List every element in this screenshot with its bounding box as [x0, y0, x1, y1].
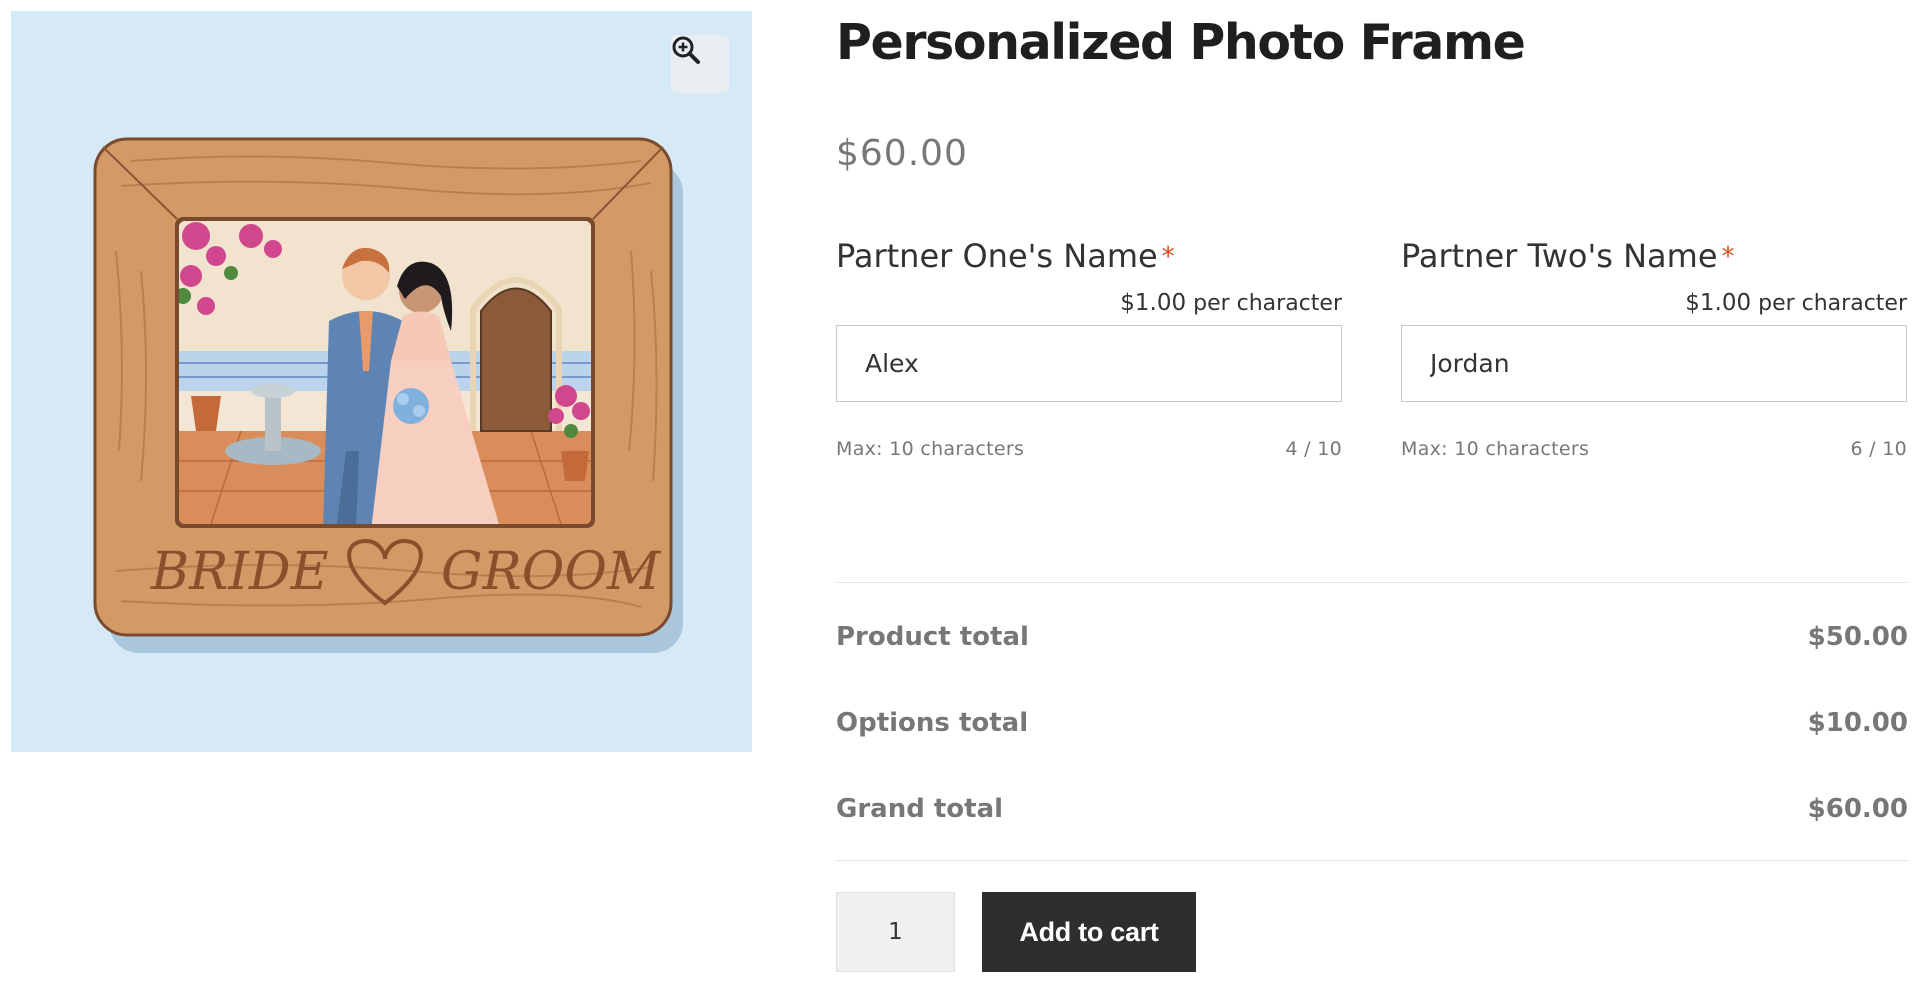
partner-two-input[interactable]: [1401, 325, 1907, 402]
engraving-right: GROOM: [441, 542, 662, 602]
options-total-row: Options total $10.00: [836, 708, 1908, 738]
totals-divider-top: [836, 582, 1908, 583]
partner-two-meta: Max: 10 characters 6 / 10: [1401, 438, 1907, 460]
partner-two-label: Partner Two's Name *: [1401, 232, 1907, 283]
zoom-in-icon: [672, 36, 700, 64]
product-total-label: Product total: [836, 622, 1029, 652]
partner-two-price: $1.00 per character: [1401, 290, 1907, 316]
product-price: $60.00: [836, 133, 968, 174]
partner-two-price-suffix: per character: [1758, 291, 1907, 316]
engraving-left: BRIDE: [150, 542, 329, 602]
add-to-cart-button[interactable]: Add to cart: [982, 892, 1196, 972]
partner-one-input[interactable]: [836, 325, 1342, 402]
partner-one-label: Partner One's Name *: [836, 232, 1342, 283]
grand-total-label: Grand total: [836, 794, 1004, 824]
zoom-button[interactable]: [671, 35, 729, 93]
grand-total-row: Grand total $60.00: [836, 794, 1908, 824]
required-asterisk: *: [1721, 242, 1735, 272]
partner-one-price-amount: $1.00: [1120, 290, 1187, 316]
product-gallery: BRIDE GROOM: [11, 11, 752, 752]
required-asterisk: *: [1161, 242, 1175, 272]
partner-two-price-amount: $1.00: [1685, 290, 1752, 316]
partner-one-price: $1.00 per character: [836, 290, 1342, 316]
partner-one-meta: Max: 10 characters 4 / 10: [836, 438, 1342, 460]
partner-one-max-text: Max: 10 characters: [836, 438, 1025, 460]
product-total-row: Product total $50.00: [836, 622, 1908, 652]
partner-one-price-suffix: per character: [1193, 291, 1342, 316]
partner-one-field: Partner One's Name * $1.00 per character …: [836, 232, 1342, 460]
partner-two-label-text: Partner Two's Name: [1401, 237, 1718, 275]
product-title: Personalized Photo Frame: [836, 14, 1526, 71]
partner-two-field: Partner Two's Name * $1.00 per character …: [1401, 232, 1907, 460]
grand-total-value: $60.00: [1807, 794, 1908, 824]
options-total-value: $10.00: [1807, 708, 1908, 738]
product-image: BRIDE GROOM: [93, 137, 683, 653]
partner-one-counter: 4 / 10: [1285, 438, 1342, 460]
partner-one-label-text: Partner One's Name: [836, 237, 1158, 275]
quantity-input[interactable]: [836, 892, 955, 972]
options-total-label: Options total: [836, 708, 1029, 738]
product-total-value: $50.00: [1807, 622, 1908, 652]
partner-two-max-text: Max: 10 characters: [1401, 438, 1590, 460]
partner-two-counter: 6 / 10: [1850, 438, 1907, 460]
totals-divider-bottom: [836, 860, 1908, 861]
